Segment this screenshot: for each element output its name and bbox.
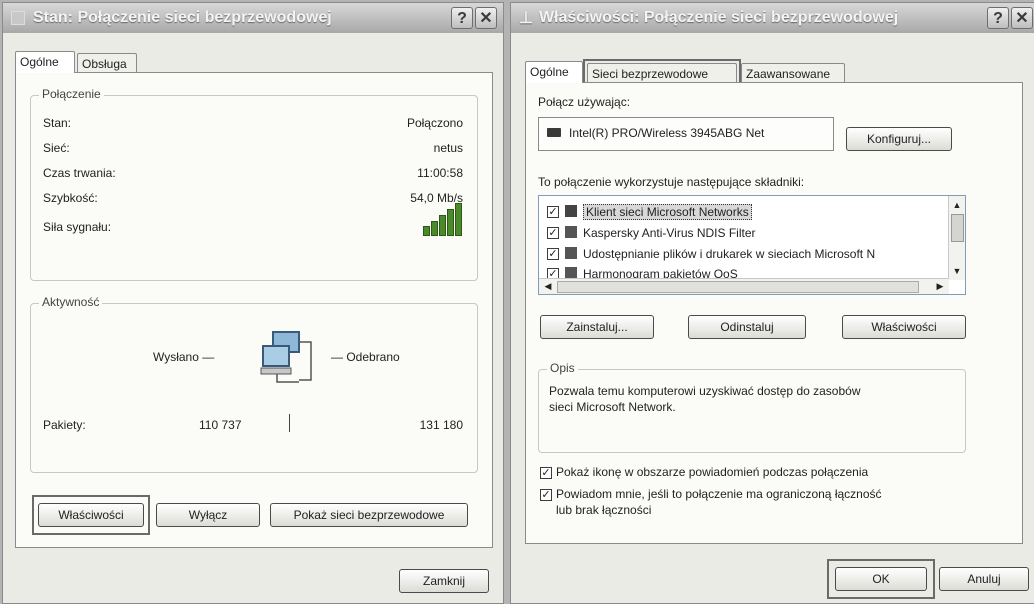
scroll-right-icon[interactable]: ▶	[933, 279, 947, 293]
status-dialog: Stan: Połączenie sieci bezprzewodowej ? …	[2, 2, 504, 604]
close-button[interactable]: Zamknij	[399, 569, 489, 593]
tab-support[interactable]: Obsługa	[77, 53, 137, 73]
network-label: Sieć:	[43, 141, 70, 155]
component-checkbox[interactable]: ✓	[547, 206, 559, 218]
components-list[interactable]: ✓ Klient sieci Microsoft Networks ✓ Kasp…	[538, 195, 966, 295]
signal-bar	[455, 203, 462, 236]
close-icon[interactable]: ✕	[1011, 7, 1033, 29]
configure-button[interactable]: Konfiguruj...	[846, 127, 952, 151]
show-icon-label[interactable]: Pokaż ikonę w obszarze powiadomień podcz…	[556, 465, 868, 479]
description-group: Opis Pozwala temu komputerowi uzyskiwać …	[538, 361, 966, 453]
disable-button[interactable]: Wyłącz	[156, 503, 260, 527]
properties-dialog-title: Właściwości: Połączenie sieci bezprzewod…	[538, 9, 899, 26]
uninstall-button[interactable]: Odinstaluj	[688, 315, 806, 339]
speed-label: Szybkość:	[43, 191, 98, 205]
signal-bar	[423, 226, 430, 236]
general-tab-panel: Połączenie Stan: Połączono Sieć: netus C…	[15, 72, 493, 548]
list-item[interactable]: ✓ Udostępnianie plików i drukarek w siec…	[539, 244, 947, 264]
component-icon	[565, 205, 577, 217]
adapter-box: Intel(R) PRO/Wireless 3945ABG Net	[538, 117, 834, 151]
adapter-name: Intel(R) PRO/Wireless 3945ABG Net	[569, 126, 765, 140]
description-text-line1: Pozwala temu komputerowi uzyskiwać dostę…	[549, 384, 861, 398]
help-icon[interactable]: ?	[987, 7, 1009, 29]
connection-group-title: Połączenie	[39, 87, 104, 101]
component-checkbox[interactable]: ✓	[547, 248, 559, 260]
properties-dialog: ⊥ Właściwości: Połączenie sieci bezprzew…	[510, 2, 1034, 604]
tab-general[interactable]: Ogólne	[525, 61, 583, 83]
vertical-scrollbar[interactable]: ▲ ▼	[948, 196, 965, 280]
scroll-thumb-horizontal[interactable]	[557, 281, 919, 293]
notify-limited-label[interactable]: Powiadom mnie, jeśli to połączenie ma og…	[556, 487, 882, 501]
duration-label: Czas trwania:	[43, 166, 116, 180]
activity-group-title: Aktywność	[39, 295, 103, 309]
state-label: Stan:	[43, 116, 72, 130]
network-computers-icon-svg	[260, 331, 312, 383]
show-icon-checkbox[interactable]: ✓	[540, 467, 552, 479]
install-button[interactable]: Zainstaluj...	[540, 315, 654, 339]
state-value: Połączono	[406, 116, 463, 130]
close-icon[interactable]: ✕	[475, 7, 497, 29]
scroll-thumb[interactable]	[951, 214, 964, 242]
tab-wireless-networks[interactable]: Sieci bezprzewodowe	[587, 63, 737, 83]
component-icon	[565, 247, 577, 259]
show-wireless-networks-button[interactable]: Pokaż sieci bezprzewodowe	[270, 503, 468, 527]
properties-general-panel: Połącz używając: Intel(R) PRO/Wireless 3…	[525, 82, 1023, 544]
status-dialog-titlebar[interactable]: Stan: Połączenie sieci bezprzewodowej	[3, 3, 503, 33]
properties-dialog-titlebar[interactable]: ⊥ Właściwości: Połączenie sieci bezprzew…	[511, 3, 1034, 33]
component-checkbox[interactable]: ✓	[547, 227, 559, 239]
signal-bar	[431, 221, 438, 236]
packets-sent-value: 110 737	[199, 418, 242, 432]
activity-group: Aktywność Wysłano — — Odebrano Pakiety: …	[30, 295, 478, 473]
component-name: Kaspersky Anti-Virus NDIS Filter	[583, 226, 756, 240]
scroll-left-icon[interactable]: ◀	[541, 279, 555, 293]
list-item[interactable]: ✓ Klient sieci Microsoft Networks	[539, 202, 947, 222]
packets-label: Pakiety:	[43, 418, 86, 432]
component-properties-button[interactable]: Właściwości	[842, 315, 966, 339]
tab-advanced[interactable]: Zaawansowane	[741, 63, 845, 83]
help-icon[interactable]: ?	[451, 7, 473, 29]
component-name: Udostępnianie plików i drukarek w siecia…	[583, 247, 876, 261]
list-item[interactable]: ✓ Kaspersky Anti-Virus NDIS Filter	[539, 223, 947, 243]
components-label: To połączenie wykorzystuje następujące s…	[538, 175, 805, 189]
cancel-button[interactable]: Anuluj	[939, 567, 1029, 591]
received-label: — Odebrano	[331, 350, 400, 364]
connect-using-label: Połącz używając:	[538, 95, 631, 109]
notify-limited-checkbox[interactable]: ✓	[540, 489, 552, 501]
component-name: Klient sieci Microsoft Networks	[583, 204, 752, 220]
component-icon	[565, 226, 577, 238]
dialog-icon: ⊥	[519, 10, 533, 27]
signal-bar	[447, 209, 454, 236]
signal-strength-label: Siła sygnału:	[43, 220, 112, 234]
signal-bar	[439, 215, 446, 236]
network-adapter-icon	[547, 128, 561, 137]
horizontal-scrollbar[interactable]: ◀ ▶	[539, 278, 949, 294]
signal-strength-icon	[423, 203, 463, 236]
duration-value: 11:00:58	[417, 166, 463, 180]
dialog-icon	[11, 11, 25, 25]
properties-button[interactable]: Właściwości	[38, 503, 144, 527]
description-text-line2: sieci Microsoft Network.	[549, 400, 676, 414]
ok-button[interactable]: OK	[835, 567, 927, 591]
network-value: netus	[433, 141, 463, 155]
network-computers-icon	[259, 330, 325, 392]
tab-general[interactable]: Ogólne	[15, 51, 75, 73]
description-group-title: Opis	[547, 361, 578, 375]
activity-divider	[289, 414, 290, 432]
status-dialog-title: Stan: Połączenie sieci bezprzewodowej	[33, 9, 332, 26]
scroll-down-icon[interactable]: ▼	[951, 264, 963, 278]
packets-received-value: 131 180	[419, 418, 463, 432]
connection-group: Połączenie Stan: Połączono Sieć: netus C…	[30, 87, 478, 281]
sent-label: Wysłano —	[153, 350, 215, 364]
scroll-up-icon[interactable]: ▲	[951, 198, 963, 212]
notify-limited-label-line2[interactable]: lub brak łączności	[556, 503, 651, 517]
